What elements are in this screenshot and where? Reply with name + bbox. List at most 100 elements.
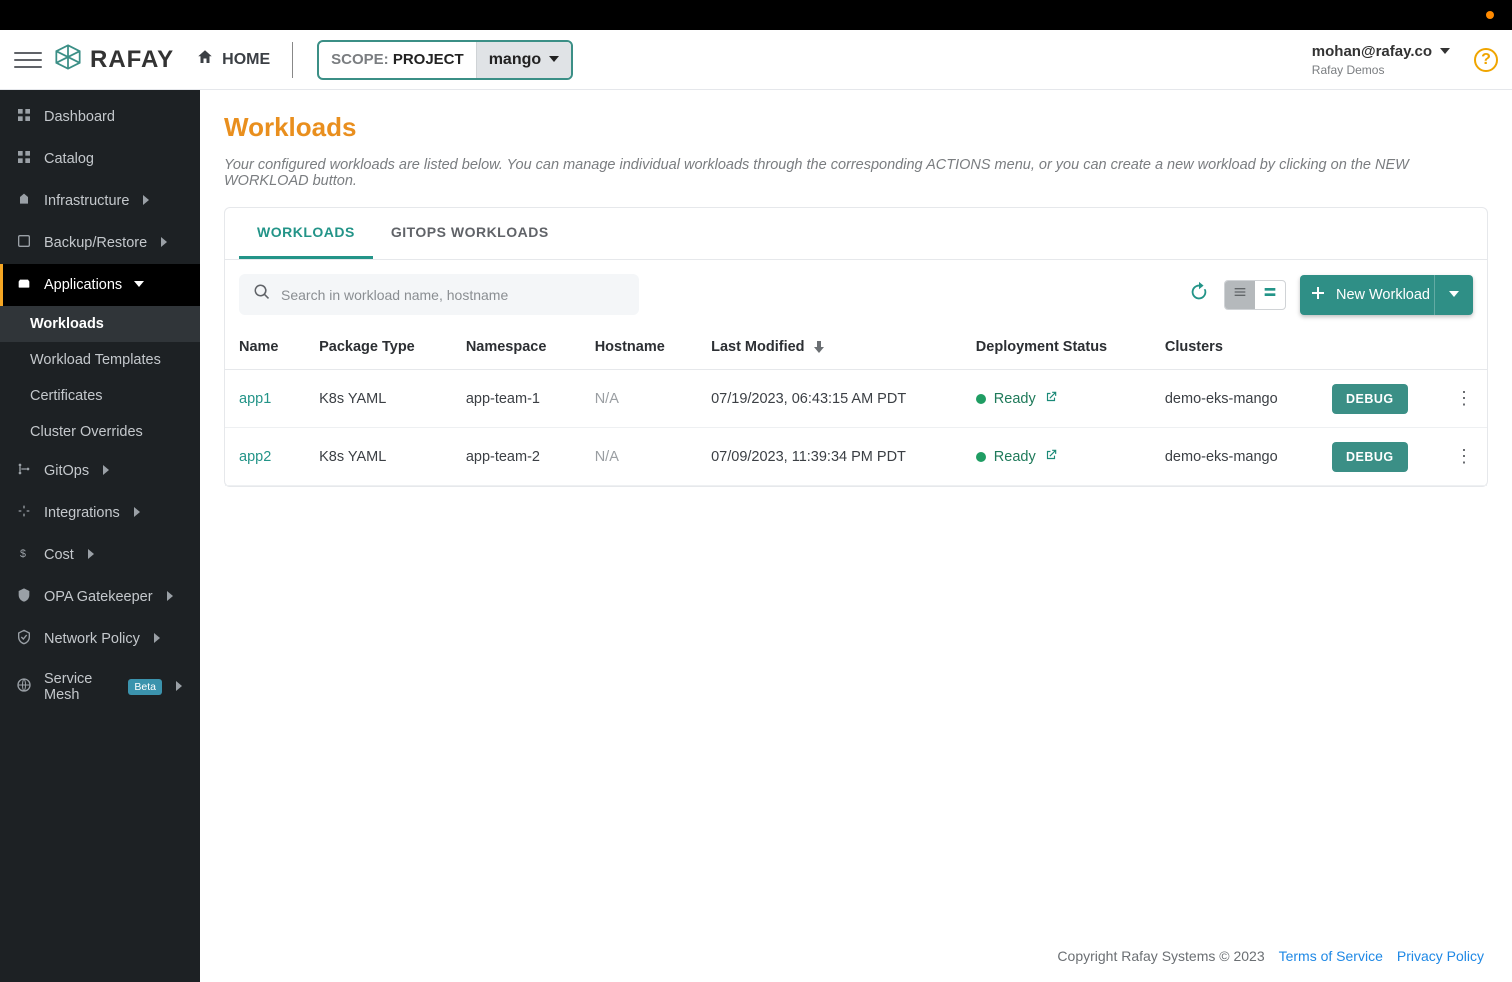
footer-privacy-link[interactable]: Privacy Policy xyxy=(1397,948,1484,964)
list-icon xyxy=(1232,284,1248,305)
table-row: app2 K8s YAML app-team-2 N/A 07/09/2023,… xyxy=(225,428,1487,486)
external-link-icon xyxy=(1044,390,1058,408)
col-last-modified[interactable]: Last Modified xyxy=(697,325,962,370)
sidebar-item-applications[interactable]: Applications xyxy=(0,264,200,306)
grid-view-button[interactable] xyxy=(1255,281,1285,309)
project-name: mango xyxy=(489,51,541,69)
search-input[interactable] xyxy=(281,287,625,303)
debug-button[interactable]: DEBUG xyxy=(1332,384,1408,414)
status-badge[interactable]: Ready xyxy=(976,390,1137,408)
sidebar-item-service-mesh[interactable]: Service Mesh Beta xyxy=(0,660,200,714)
status-dot-icon xyxy=(976,394,986,404)
footer-tos-link[interactable]: Terms of Service xyxy=(1279,948,1383,964)
sidebar-sub-cluster-overrides[interactable]: Cluster Overrides xyxy=(0,414,200,450)
sidebar-item-label: Dashboard xyxy=(44,109,115,125)
tab-gitops-workloads[interactable]: GITOPS WORKLOADS xyxy=(373,208,567,259)
backup-icon xyxy=(16,233,32,253)
sidebar-item-catalog[interactable]: Catalog xyxy=(0,138,200,180)
new-workload-button[interactable]: New Workload xyxy=(1300,275,1473,315)
sidebar-item-label: Backup/Restore xyxy=(44,235,147,251)
scope-label: SCOPE: PROJECT xyxy=(319,51,476,68)
view-toggle xyxy=(1224,280,1286,310)
debug-button[interactable]: DEBUG xyxy=(1332,442,1408,472)
beta-badge: Beta xyxy=(128,679,162,695)
cell-namespace: app-team-2 xyxy=(452,428,581,486)
cell-last-modified: 07/09/2023, 11:39:34 PM PDT xyxy=(697,428,962,486)
chevron-right-icon xyxy=(141,193,151,209)
search-box xyxy=(239,274,639,315)
rafay-logo-text: RAFAY xyxy=(90,46,174,74)
list-view-button[interactable] xyxy=(1225,281,1255,309)
new-workload-label: New Workload xyxy=(1336,287,1434,303)
chevron-down-icon xyxy=(134,277,144,293)
workload-name-link[interactable]: app1 xyxy=(225,370,305,428)
dashboard-icon xyxy=(16,107,32,127)
hamburger-menu-button[interactable] xyxy=(14,46,42,74)
sidebar-item-label: Catalog xyxy=(44,151,94,167)
row-actions-menu[interactable]: ⋮ xyxy=(1441,428,1487,486)
sidebar-item-label: Network Policy xyxy=(44,631,140,647)
sidebar-sub-workloads[interactable]: Workloads xyxy=(0,306,200,342)
applications-icon xyxy=(16,275,32,295)
row-actions-menu[interactable]: ⋮ xyxy=(1441,370,1487,428)
col-namespace[interactable]: Namespace xyxy=(452,325,581,370)
sidebar-item-label: Integrations xyxy=(44,505,120,521)
status-label: Ready xyxy=(994,449,1036,465)
sidebar-item-network-policy[interactable]: Network Policy xyxy=(0,618,200,660)
account-dropdown[interactable]: mohan@rafay.co xyxy=(1312,43,1450,61)
header-divider xyxy=(292,42,293,78)
infrastructure-icon xyxy=(16,191,32,211)
cell-status: Ready xyxy=(962,370,1151,428)
sidebar-item-label: Cost xyxy=(44,547,74,563)
opa-icon xyxy=(16,587,32,607)
workloads-card: WORKLOADS GITOPS WORKLOADS xyxy=(224,207,1488,487)
help-button[interactable]: ? xyxy=(1474,48,1498,72)
chevron-right-icon xyxy=(159,235,169,251)
sidebar-item-opa-gatekeeper[interactable]: OPA Gatekeeper xyxy=(0,576,200,618)
integrations-icon xyxy=(16,503,32,523)
account-email: mohan@rafay.co xyxy=(1312,43,1432,60)
status-badge[interactable]: Ready xyxy=(976,448,1137,466)
sidebar-item-integrations[interactable]: Integrations xyxy=(0,492,200,534)
sidebar-item-infrastructure[interactable]: Infrastructure xyxy=(0,180,200,222)
workload-name-link[interactable]: app2 xyxy=(225,428,305,486)
main-content: Workloads Your configured workloads are … xyxy=(200,90,1512,982)
col-deployment-status[interactable]: Deployment Status xyxy=(962,325,1151,370)
macos-browser-blackbar xyxy=(0,0,1512,30)
chevron-down-icon xyxy=(1449,286,1459,304)
tab-workloads[interactable]: WORKLOADS xyxy=(239,208,373,259)
search-icon xyxy=(253,283,271,306)
col-hostname[interactable]: Hostname xyxy=(581,325,697,370)
sidebar-item-label: OPA Gatekeeper xyxy=(44,589,153,605)
service-mesh-icon xyxy=(16,677,32,697)
sidebar-item-gitops[interactable]: GitOps xyxy=(0,450,200,492)
rafay-logo: RAFAY xyxy=(54,43,174,76)
sidebar-sub-workload-templates[interactable]: Workload Templates xyxy=(0,342,200,378)
new-workload-dropdown[interactable] xyxy=(1434,275,1473,315)
sidebar-item-cost[interactable]: $ Cost xyxy=(0,534,200,576)
home-label: HOME xyxy=(222,51,270,69)
catalog-icon xyxy=(16,149,32,169)
footer-copyright: Copyright Rafay Systems © 2023 xyxy=(1057,948,1264,964)
home-icon xyxy=(196,48,214,71)
status-dot-icon xyxy=(976,452,986,462)
network-policy-icon xyxy=(16,629,32,649)
cell-hostname: N/A xyxy=(581,370,697,428)
chevron-right-icon xyxy=(132,505,142,521)
col-name[interactable]: Name xyxy=(225,325,305,370)
sidebar-item-label: GitOps xyxy=(44,463,89,479)
toolbar: New Workload xyxy=(225,260,1487,325)
home-button[interactable]: HOME xyxy=(196,48,270,71)
gitops-icon xyxy=(16,461,32,481)
cell-last-modified: 07/19/2023, 06:43:15 AM PDT xyxy=(697,370,962,428)
refresh-button[interactable] xyxy=(1188,281,1210,308)
project-dropdown[interactable]: mango xyxy=(476,42,571,78)
col-clusters[interactable]: Clusters xyxy=(1151,325,1318,370)
sidebar-sub-certificates[interactable]: Certificates xyxy=(0,378,200,414)
col-package-type[interactable]: Package Type xyxy=(305,325,452,370)
sidebar-item-backup-restore[interactable]: Backup/Restore xyxy=(0,222,200,264)
sidebar-item-dashboard[interactable]: Dashboard xyxy=(0,96,200,138)
page-title: Workloads xyxy=(224,112,1488,143)
chevron-down-icon xyxy=(549,51,559,69)
cell-hostname: N/A xyxy=(581,428,697,486)
